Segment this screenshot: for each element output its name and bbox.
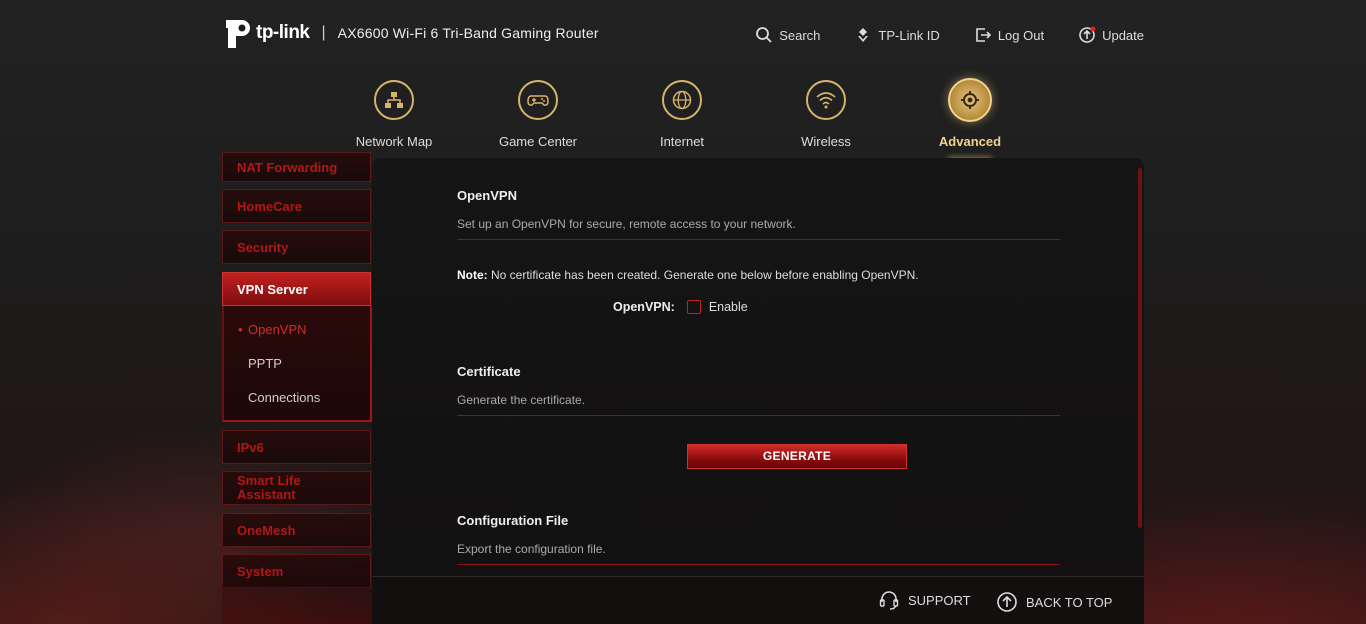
sidebar: NAT Forwarding HomeCare Security OpenVPN… bbox=[222, 152, 372, 624]
search-label: Search bbox=[779, 27, 821, 43]
sidebar-item-label: System bbox=[237, 563, 284, 579]
support-label: SUPPORT bbox=[908, 592, 971, 608]
submenu-item-label: Connections bbox=[248, 390, 321, 405]
footer: SUPPORT BACK TO TOP bbox=[372, 576, 1144, 624]
openvpn-section: OpenVPN Set up an OpenVPN for secure, re… bbox=[457, 188, 1060, 240]
sidebar-bottom-fade bbox=[222, 582, 372, 624]
content-scrollbar[interactable] bbox=[1138, 168, 1142, 528]
sidebar-item-ipv6[interactable]: IPv6 bbox=[222, 430, 371, 464]
sidebar-item-label: VPN Server bbox=[237, 281, 308, 297]
note-label: Note: bbox=[457, 268, 488, 282]
tp-link-logo[interactable]: tp-link | AX6600 Wi-Fi 6 Tri-Band Gaming… bbox=[222, 16, 599, 50]
tp-link-id-label: TP-Link ID bbox=[878, 27, 940, 43]
update-label: Update bbox=[1102, 27, 1144, 43]
nav-internet[interactable]: Internet bbox=[610, 76, 754, 149]
sidebar-item-label: NAT Forwarding bbox=[237, 159, 338, 175]
vpn-submenu: OpenVPN PPTP Connections bbox=[222, 306, 372, 422]
sidebar-item-label: Security bbox=[237, 239, 289, 255]
tp-link-id-button[interactable]: TP-Link ID bbox=[854, 26, 940, 44]
submenu-item-label: OpenVPN bbox=[248, 322, 307, 337]
submenu-item-connections[interactable]: Connections bbox=[248, 390, 320, 405]
openvpn-enable-label[interactable]: Enable bbox=[709, 300, 748, 314]
nav-advanced-label: Advanced bbox=[938, 134, 1002, 149]
config-file-section: Configuration File Export the configurat… bbox=[457, 513, 1060, 565]
openvpn-note: Note: No certificate has been created. G… bbox=[457, 268, 919, 282]
nav-game-center[interactable]: Game Center bbox=[466, 76, 610, 149]
main-nav: Network Map Game Center Internet Wireles… bbox=[322, 76, 1042, 162]
sidebar-item-smart-life-assistant[interactable]: Smart Life Assistant bbox=[222, 471, 371, 505]
network-map-icon bbox=[374, 80, 414, 120]
update-button[interactable]: Update bbox=[1078, 26, 1144, 44]
support-link[interactable]: SUPPORT bbox=[878, 589, 971, 611]
nav-internet-label: Internet bbox=[659, 134, 705, 149]
generate-button[interactable]: GENERATE bbox=[687, 444, 907, 469]
sidebar-item-vpn-server[interactable]: VPN Server bbox=[222, 272, 371, 306]
openvpn-title: OpenVPN bbox=[457, 188, 517, 203]
config-file-title: Configuration File bbox=[457, 513, 569, 528]
sidebar-item-label: IPv6 bbox=[237, 439, 264, 455]
wifi-icon bbox=[806, 80, 846, 120]
logout-button[interactable]: Log Out bbox=[974, 26, 1044, 44]
tp-link-logo-icon bbox=[226, 20, 250, 48]
update-icon bbox=[1079, 26, 1096, 43]
openvpn-toggle-label: OpenVPN: bbox=[613, 300, 675, 314]
header: tp-link | AX6600 Wi-Fi 6 Tri-Band Gaming… bbox=[222, 14, 1144, 60]
sidebar-item-security[interactable]: Security bbox=[222, 230, 371, 264]
back-to-top-link[interactable]: BACK TO TOP bbox=[996, 591, 1112, 613]
submenu-item-pptp[interactable]: PPTP bbox=[248, 356, 282, 371]
submenu-item-openvpn[interactable]: OpenVPN bbox=[238, 322, 307, 337]
config-file-description: Export the configuration file. bbox=[457, 542, 1060, 565]
search-button[interactable]: Search bbox=[755, 26, 820, 44]
note-text: No certificate has been created. Generat… bbox=[487, 268, 919, 282]
nav-game-center-label: Game Center bbox=[498, 134, 578, 149]
sidebar-item-label: OneMesh bbox=[237, 522, 296, 538]
sidebar-item-label: Smart Life Assistant bbox=[237, 473, 301, 502]
gear-icon bbox=[948, 78, 992, 122]
sidebar-item-homecare[interactable]: HomeCare bbox=[222, 189, 371, 223]
certificate-section: Certificate Generate the certificate. bbox=[457, 364, 1060, 416]
arrow-up-circle-icon bbox=[997, 592, 1017, 612]
sidebar-item-nat-forwarding[interactable]: NAT Forwarding bbox=[222, 152, 371, 182]
gamepad-icon bbox=[518, 80, 558, 120]
nav-network-map-label: Network Map bbox=[355, 134, 433, 149]
search-icon bbox=[756, 27, 772, 43]
router-model: AX6600 Wi-Fi 6 Tri-Band Gaming Router bbox=[337, 25, 599, 41]
user-id-icon bbox=[858, 28, 869, 42]
headset-icon bbox=[879, 591, 899, 610]
nav-wireless[interactable]: Wireless bbox=[754, 76, 898, 149]
certificate-description: Generate the certificate. bbox=[457, 393, 1060, 416]
openvpn-description: Set up an OpenVPN for secure, remote acc… bbox=[457, 217, 1060, 240]
header-separator: | bbox=[321, 24, 326, 41]
top-actions: Search TP-Link ID Log Out Update bbox=[755, 26, 1144, 44]
openvpn-enable-checkbox[interactable] bbox=[686, 300, 701, 314]
nav-wireless-label: Wireless bbox=[801, 134, 851, 149]
logout-icon bbox=[976, 28, 991, 42]
nav-network-map[interactable]: Network Map bbox=[322, 76, 466, 149]
back-to-top-label: BACK TO TOP bbox=[1026, 594, 1113, 610]
brand-name: tp-link bbox=[256, 22, 310, 43]
logout-label: Log Out bbox=[997, 27, 1045, 43]
sidebar-item-label: HomeCare bbox=[237, 198, 303, 214]
certificate-title: Certificate bbox=[457, 364, 521, 379]
globe-icon bbox=[662, 80, 702, 120]
submenu-item-label: PPTP bbox=[248, 356, 282, 371]
sidebar-item-onemesh[interactable]: OneMesh bbox=[222, 513, 371, 547]
nav-advanced[interactable]: Advanced bbox=[898, 76, 1042, 161]
openvpn-toggle-row: OpenVPN: Enable bbox=[613, 300, 748, 314]
